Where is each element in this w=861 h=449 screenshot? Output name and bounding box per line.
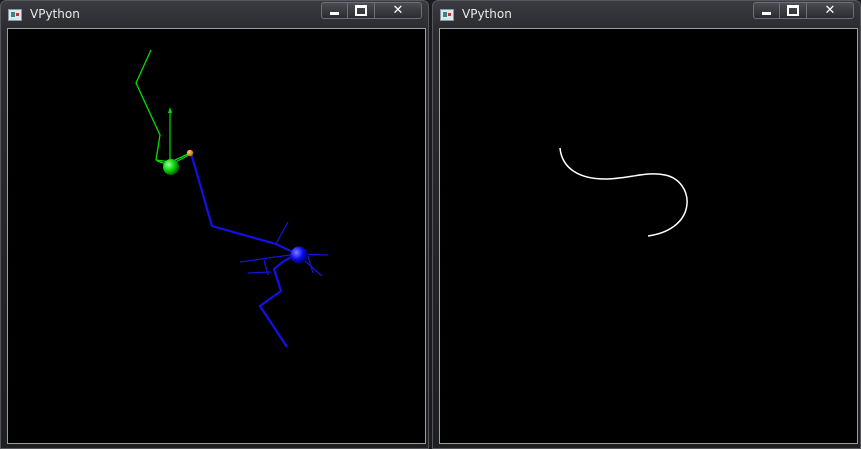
close-icon: ✕ xyxy=(392,3,404,18)
minimize-button[interactable] xyxy=(321,2,348,19)
scene-canvas[interactable] xyxy=(439,28,858,444)
window-title: VPython xyxy=(462,7,512,21)
title-bar[interactable]: VPython ✕ xyxy=(433,1,860,29)
minimize-icon xyxy=(330,11,339,15)
vpython-app-icon xyxy=(440,9,454,21)
minimize-icon xyxy=(762,11,771,15)
close-icon: ✕ xyxy=(824,3,836,18)
minimize-button[interactable] xyxy=(753,2,780,19)
blue-sphere xyxy=(290,246,308,264)
green-sphere xyxy=(163,159,179,175)
maximize-button[interactable] xyxy=(348,2,375,19)
scene-3d-view[interactable] xyxy=(8,29,425,443)
close-button[interactable]: ✕ xyxy=(375,2,422,19)
title-bar[interactable]: VPython ✕ xyxy=(1,1,428,29)
orange-sphere xyxy=(186,149,194,157)
blue-trail xyxy=(189,152,300,348)
green-trail xyxy=(135,49,191,163)
window-controls: ✕ xyxy=(321,2,422,21)
green-arrow-up-head xyxy=(168,107,172,113)
vpython-window-right: VPython ✕ xyxy=(432,0,861,449)
scene-canvas[interactable] xyxy=(7,28,426,444)
maximize-icon xyxy=(787,5,799,16)
vpython-window-left: VPython ✕ xyxy=(0,0,429,449)
vpython-app-icon xyxy=(8,9,22,21)
white-curve xyxy=(559,147,688,237)
scene-3d-view[interactable] xyxy=(440,29,857,443)
close-button[interactable]: ✕ xyxy=(807,2,854,19)
maximize-button[interactable] xyxy=(780,2,807,19)
window-title: VPython xyxy=(30,7,80,21)
blue-arrow-1 xyxy=(275,221,289,245)
window-controls: ✕ xyxy=(753,2,854,21)
maximize-icon xyxy=(355,5,367,16)
